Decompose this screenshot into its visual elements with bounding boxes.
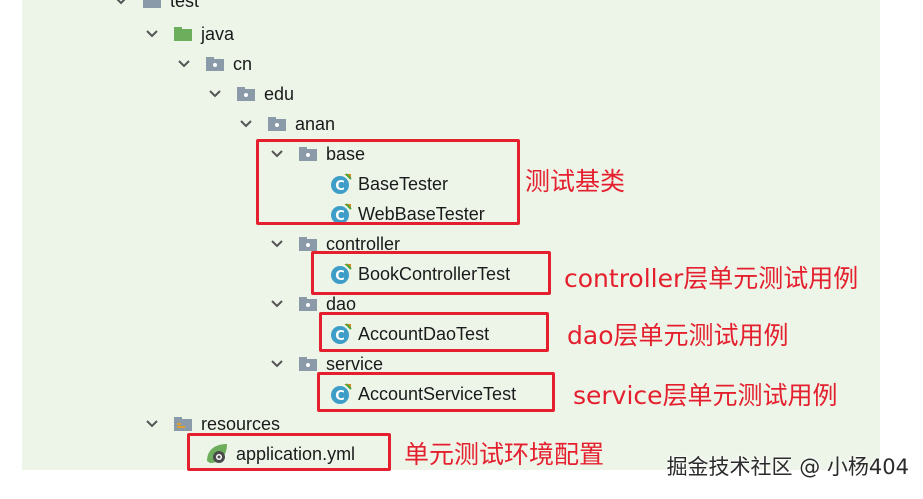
package-icon — [298, 236, 318, 252]
annotation-controller: controller层单元测试用例 — [564, 264, 859, 293]
annotation-resources: 单元测试环境配置 — [404, 440, 605, 469]
folder-icon — [142, 0, 162, 9]
tree-node-cn[interactable]: cn — [175, 49, 252, 79]
highlight-box-service-test — [317, 372, 555, 412]
tree-node-label: test — [170, 0, 200, 11]
package-icon — [205, 56, 225, 72]
tree-node-label: resources — [201, 413, 281, 434]
annotation-service: service层单元测试用例 — [573, 381, 838, 410]
chevron-down-icon[interactable] — [143, 415, 161, 433]
highlight-box-dao-test — [319, 312, 549, 352]
chevron-down-icon[interactable] — [175, 55, 193, 73]
chevron-down-icon[interactable] — [268, 295, 286, 313]
package-icon — [267, 116, 287, 132]
source-folder-icon — [173, 26, 193, 42]
tree-node-java[interactable]: java — [143, 19, 234, 49]
watermark: 掘金技术社区 @ 小杨404 — [666, 455, 909, 479]
resources-folder-icon — [173, 416, 193, 432]
chevron-down-icon[interactable] — [143, 25, 161, 43]
chevron-down-icon[interactable] — [112, 0, 130, 10]
tree-node-label: anan — [295, 113, 336, 134]
tree-node-anan[interactable]: anan — [237, 109, 335, 139]
chevron-down-icon[interactable] — [268, 355, 286, 373]
package-icon — [236, 86, 256, 102]
tree-node-test[interactable]: test — [112, 0, 199, 16]
tree-node-label: cn — [233, 53, 253, 74]
highlight-box-controller-test — [311, 251, 551, 295]
highlight-box-application-yml — [187, 433, 391, 471]
chevron-down-icon[interactable] — [237, 115, 255, 133]
annotation-base: 测试基类 — [525, 167, 626, 196]
chevron-down-icon[interactable] — [206, 85, 224, 103]
annotation-dao: dao层单元测试用例 — [567, 321, 789, 350]
tree-node-label: java — [201, 23, 235, 44]
chevron-down-icon[interactable] — [268, 235, 286, 253]
package-icon — [298, 356, 318, 372]
package-icon — [298, 296, 318, 312]
tree-node-label: edu — [264, 83, 295, 104]
tree-node-edu[interactable]: edu — [206, 79, 294, 109]
highlight-box-base — [256, 139, 520, 225]
